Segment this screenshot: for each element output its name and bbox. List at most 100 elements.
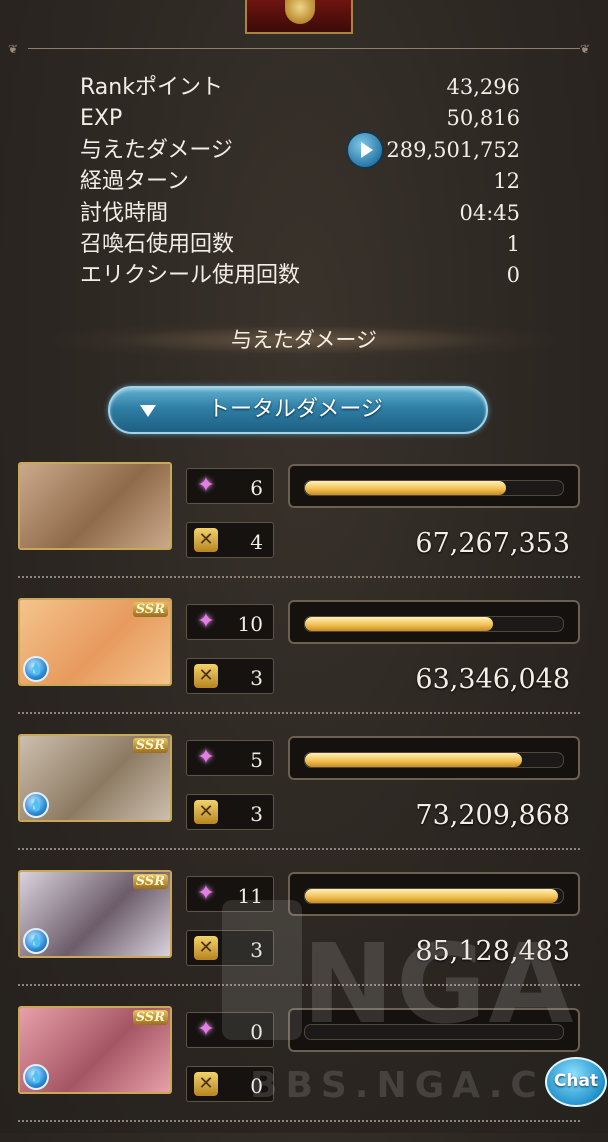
damage-value: 85,128,483 (415, 936, 570, 967)
row-separator (18, 1120, 580, 1122)
stat-value: 04:45 (459, 200, 520, 225)
divider-ornament-left: ❦ (8, 42, 19, 56)
row-separator (18, 848, 580, 850)
skill-icon: ✕ (194, 800, 218, 824)
water-element-icon: 💧 (23, 1064, 49, 1090)
stat-label: 討伐時間 (80, 200, 169, 226)
character-portrait[interactable]: SSR 💧 (18, 598, 172, 686)
skill-count: 4 (250, 530, 263, 554)
skill-counter: ✕ 4 (186, 522, 274, 558)
character-row: SSR 💧 ✦ 10 ✕ 3 63,346,048 (18, 598, 580, 734)
damage-bar-fill (305, 481, 507, 495)
stat-value: 50,816 (446, 106, 520, 131)
skill-counter: ✕ 3 (186, 658, 274, 694)
character-portrait[interactable]: SSR 💧 (18, 1006, 172, 1094)
skill-count: 3 (250, 802, 263, 826)
damage-bar-fill (305, 753, 522, 767)
charge-attack-counter: ✦ 0 (186, 1012, 274, 1048)
triangle-down-icon (140, 405, 156, 417)
stat-label: エリクシール使用回数 (80, 263, 301, 289)
top-emblem (245, 0, 353, 34)
stat-label: Rankポイント (80, 75, 223, 100)
rarity-badge: SSR (132, 1010, 168, 1025)
stat-label: EXP (80, 106, 123, 132)
character-row: SSR 💧 ✦ 0 ✕ 0 (18, 1006, 580, 1142)
stat-elixir-uses: エリクシール使用回数 0 (80, 260, 520, 291)
charge-attack-count: 0 (250, 1020, 263, 1044)
character-portrait[interactable]: SSR 💧 (18, 870, 172, 958)
character-row: ✦ 6 ✕ 4 67,267,353 (18, 462, 580, 598)
sparkle-icon: ✦ (196, 609, 216, 634)
damage-bar-fill (305, 617, 494, 631)
water-element-icon: 💧 (23, 792, 49, 818)
stat-value: 43,296 (446, 75, 520, 99)
row-separator (18, 984, 580, 986)
charge-attack-counter: ✦ 10 (186, 604, 274, 640)
water-element-icon: 💧 (23, 656, 49, 682)
character-portrait[interactable] (18, 462, 172, 550)
stat-label: 与えたダメージ (80, 137, 233, 163)
damage-value: 73,209,868 (415, 800, 570, 831)
damage-bar (288, 464, 580, 508)
damage-type-dropdown[interactable]: トータルダメージ (108, 386, 488, 434)
stat-value: 0 (506, 263, 520, 288)
stat-value: 1 (506, 231, 520, 256)
row-separator (18, 576, 580, 578)
charge-attack-counter: ✦ 6 (186, 468, 274, 504)
charge-attack-counter: ✦ 5 (186, 740, 274, 776)
medal-icon (285, 0, 315, 24)
stat-exp: EXP 50,816 (80, 103, 520, 134)
rarity-badge: SSR (132, 874, 168, 889)
character-portrait[interactable]: SSR 💧 (18, 734, 172, 822)
play-icon[interactable] (348, 132, 382, 167)
sparkle-icon: ✦ (196, 745, 216, 770)
row-separator (18, 712, 580, 714)
damage-bar (288, 1008, 580, 1052)
skill-icon: ✕ (194, 664, 218, 688)
charge-attack-count: 6 (250, 476, 263, 500)
section-title: 与えたダメージ (50, 322, 558, 358)
skill-icon: ✕ (194, 1072, 218, 1096)
skill-count: 3 (250, 938, 263, 962)
sparkle-icon: ✦ (196, 881, 216, 906)
damage-value: 63,346,048 (415, 664, 570, 695)
water-element-icon: 💧 (23, 928, 49, 954)
stat-label: 経過ターン (80, 169, 189, 195)
damage-bar-fill (305, 889, 558, 903)
sparkle-icon: ✦ (196, 1017, 216, 1042)
stat-time: 討伐時間 04:45 (80, 198, 520, 229)
charge-attack-count: 5 (250, 748, 263, 772)
stat-value: 12 (493, 169, 520, 194)
sparkle-icon: ✦ (196, 473, 216, 498)
chat-button[interactable]: Chat (545, 1057, 607, 1107)
dropdown-label: トータルダメージ (208, 397, 383, 422)
damage-bar (288, 600, 580, 644)
stat-damage: 与えたダメージ 289,501,752 (80, 132, 520, 167)
stat-summon-uses: 召喚石使用回数 1 (80, 229, 520, 260)
stat-label: 召喚石使用回数 (80, 231, 235, 257)
ornamental-divider: ❦ ❦ (8, 42, 600, 56)
skill-icon: ✕ (194, 936, 218, 960)
stat-turns: 経過ターン 12 (80, 166, 520, 197)
damage-bar (288, 872, 580, 916)
skill-icon: ✕ (194, 528, 218, 552)
charge-attack-counter: ✦ 11 (186, 876, 274, 912)
stat-value: 289,501,752 (386, 137, 520, 162)
character-row: SSR 💧 ✦ 5 ✕ 3 73,209,868 (18, 734, 580, 870)
rarity-badge: SSR (132, 738, 168, 753)
skill-counter: ✕ 3 (186, 794, 274, 830)
skill-count: 0 (250, 1074, 263, 1098)
charge-attack-count: 11 (237, 884, 263, 908)
rarity-badge: SSR (132, 602, 168, 617)
skill-count: 3 (250, 666, 263, 690)
damage-value: 67,267,353 (415, 528, 570, 559)
skill-counter: ✕ 0 (186, 1066, 274, 1102)
result-stats: Rankポイント 43,296 EXP 50,816 与えたダメージ 289,5… (80, 72, 520, 292)
stat-rank-points: Rankポイント 43,296 (80, 72, 520, 103)
skill-counter: ✕ 3 (186, 930, 274, 966)
charge-attack-count: 10 (237, 612, 263, 636)
character-damage-list: ✦ 6 ✕ 4 67,267,353 SSR 💧 ✦ 10 ✕ 3 63,346… (18, 462, 580, 1142)
character-row: SSR 💧 ✦ 11 ✕ 3 85,128,483 (18, 870, 580, 1006)
damage-bar (288, 736, 580, 780)
divider-ornament-right: ❦ (580, 42, 591, 56)
